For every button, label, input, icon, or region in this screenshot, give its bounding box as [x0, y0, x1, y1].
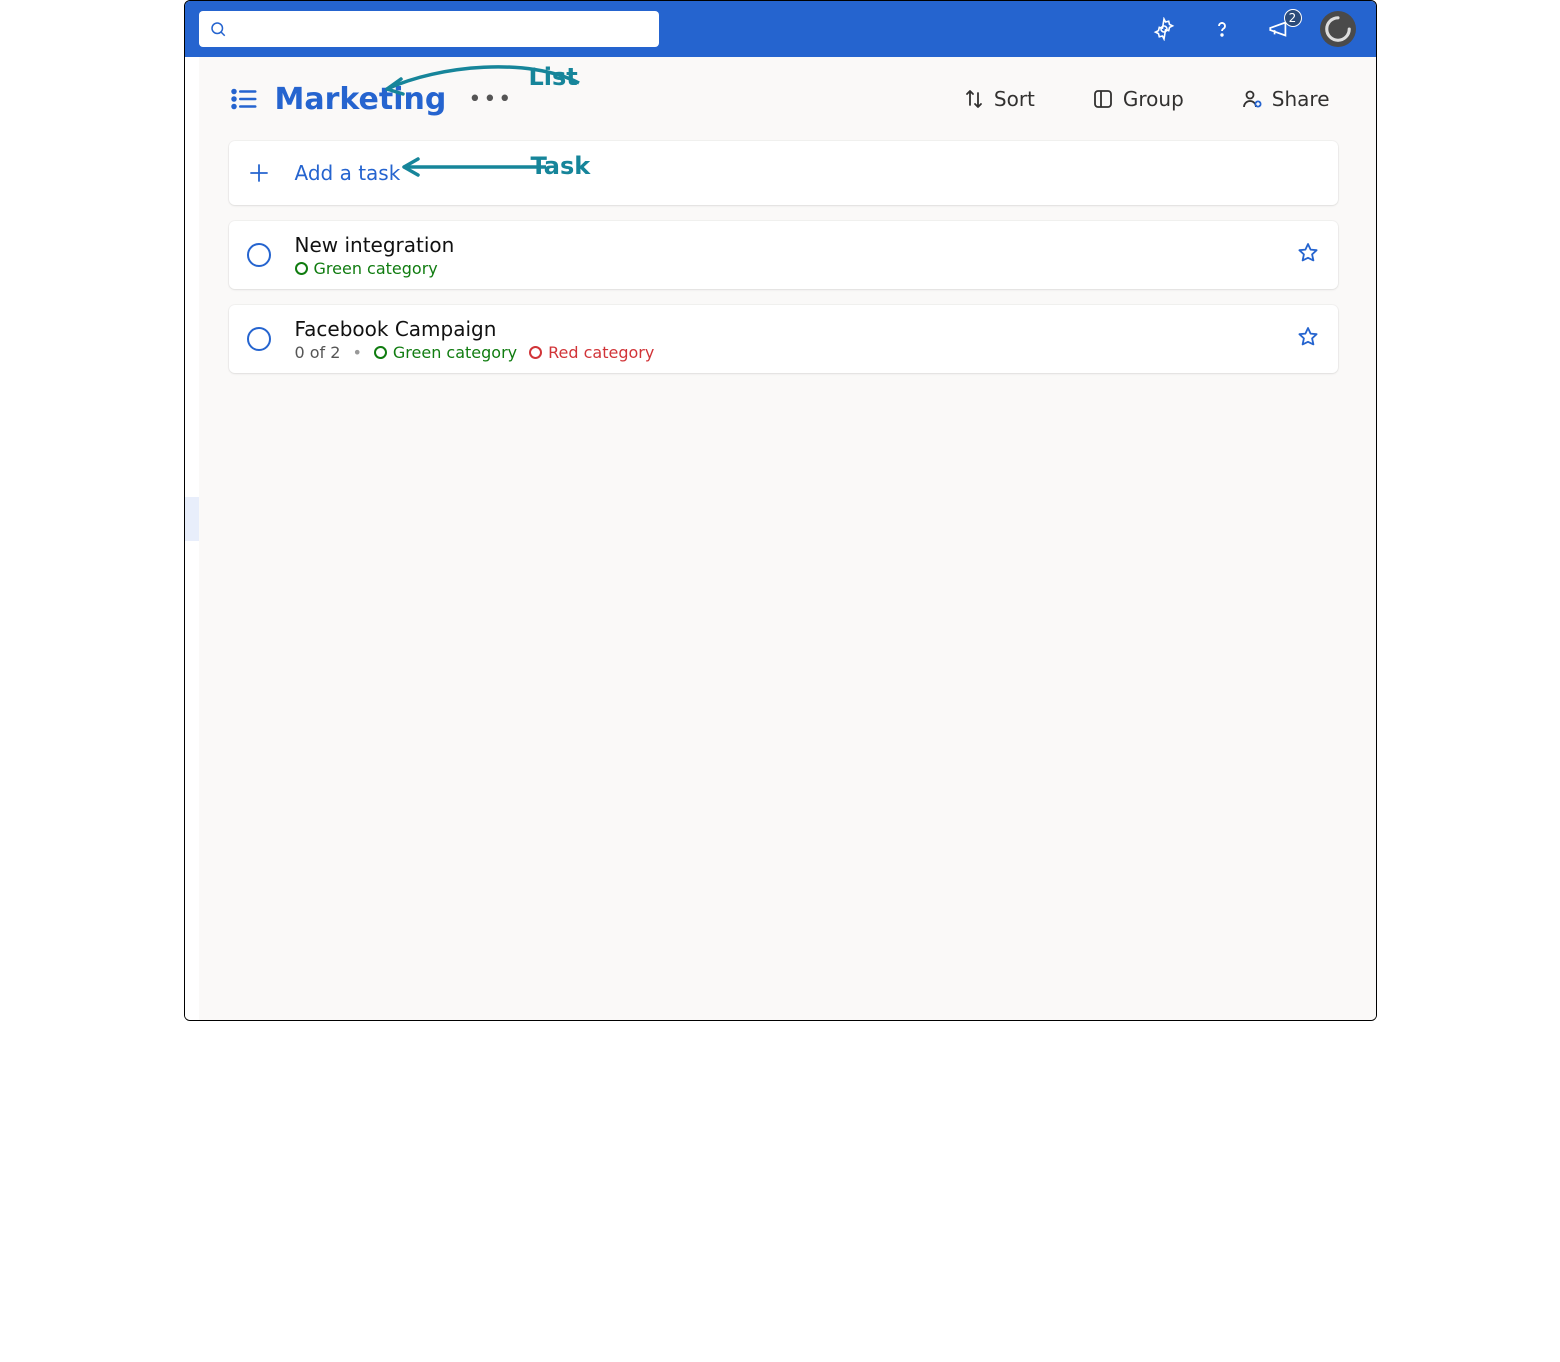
- task-row[interactable]: Facebook Campaign 0 of 2 • Green category…: [229, 305, 1338, 373]
- category-label: Green category: [393, 343, 517, 362]
- star-button[interactable]: [1296, 325, 1320, 353]
- plus-icon: [247, 161, 271, 185]
- list-title[interactable]: Marketing: [275, 82, 447, 117]
- notification-badge: 2: [1284, 9, 1302, 27]
- share-label: Share: [1272, 87, 1330, 111]
- sort-icon: [962, 87, 986, 111]
- app-header: 2: [185, 1, 1376, 57]
- list-icon: [229, 84, 259, 114]
- task-title: New integration: [295, 233, 1296, 257]
- account-button[interactable]: [1314, 5, 1362, 53]
- active-nav-indicator: [185, 497, 199, 541]
- star-icon: [1296, 241, 1320, 265]
- left-nav-strip: [185, 57, 199, 1020]
- star-button[interactable]: [1296, 241, 1320, 269]
- app-window: 2 Marketing •••: [184, 0, 1377, 1021]
- category-label: Red category: [548, 343, 654, 362]
- announcements-button[interactable]: 2: [1256, 5, 1304, 53]
- category-tag: Green category: [374, 343, 517, 362]
- task-meta: 0 of 2 • Green category Red category: [295, 343, 1296, 362]
- add-task-placeholder: Add a task: [295, 161, 401, 185]
- task-body: Facebook Campaign 0 of 2 • Green category…: [295, 317, 1296, 362]
- share-icon: [1240, 87, 1264, 111]
- add-task-input[interactable]: Add a task: [229, 141, 1338, 205]
- search-icon: [209, 20, 227, 38]
- task-title: Facebook Campaign: [295, 317, 1296, 341]
- sort-button[interactable]: Sort: [954, 81, 1043, 117]
- help-icon: [1210, 17, 1234, 41]
- gear-icon: [1152, 17, 1176, 41]
- main-content: Marketing ••• Sort Group: [199, 57, 1376, 1020]
- star-icon: [1296, 325, 1320, 349]
- avatar: [1320, 11, 1356, 47]
- task-progress: 0 of 2: [295, 343, 341, 362]
- task-meta: Green category: [295, 259, 1296, 278]
- category-tag: Green category: [295, 259, 438, 278]
- settings-button[interactable]: [1140, 5, 1188, 53]
- group-label: Group: [1123, 87, 1184, 111]
- meta-separator: •: [352, 343, 361, 362]
- list-header: Marketing ••• Sort Group: [229, 81, 1338, 117]
- task-checkbox[interactable]: [247, 327, 271, 351]
- sort-label: Sort: [994, 87, 1035, 111]
- avatar-spinner-icon: [1323, 14, 1353, 44]
- category-tag: Red category: [529, 343, 654, 362]
- help-button[interactable]: [1198, 5, 1246, 53]
- category-dot-icon: [295, 262, 308, 275]
- category-dot-icon: [529, 346, 542, 359]
- share-button[interactable]: Share: [1232, 81, 1338, 117]
- group-icon: [1091, 87, 1115, 111]
- list-more-button[interactable]: •••: [462, 87, 519, 112]
- category-label: Green category: [314, 259, 438, 278]
- search-box[interactable]: [199, 11, 659, 47]
- search-input[interactable]: [227, 19, 649, 39]
- tasks-list: New integrationGreen categoryFacebook Ca…: [229, 221, 1338, 373]
- group-button[interactable]: Group: [1083, 81, 1192, 117]
- task-row[interactable]: New integration Green category: [229, 221, 1338, 289]
- category-dot-icon: [374, 346, 387, 359]
- task-checkbox[interactable]: [247, 243, 271, 267]
- task-body: New integration Green category: [295, 233, 1296, 278]
